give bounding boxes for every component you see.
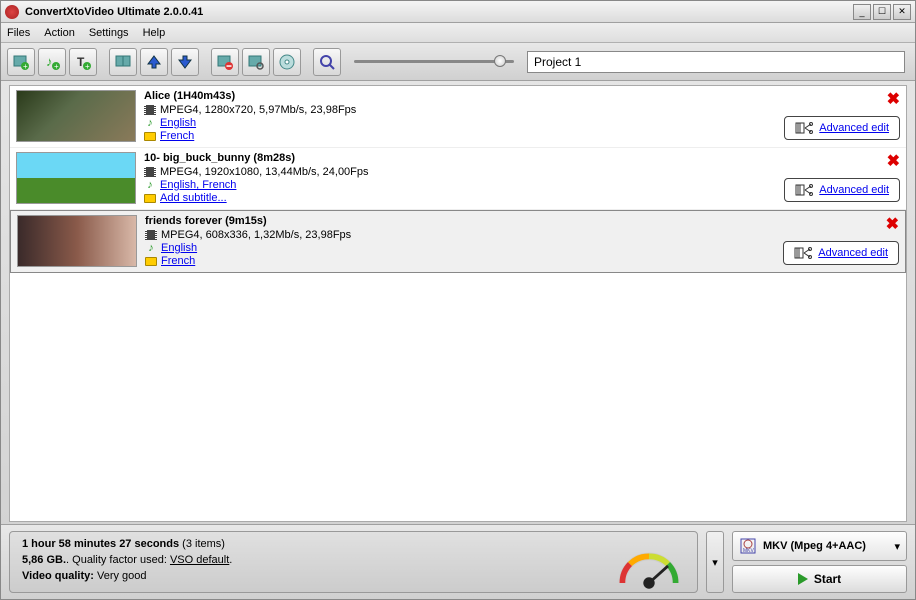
film-icon xyxy=(145,229,157,241)
menu-action[interactable]: Action xyxy=(44,27,75,39)
expand-status-button[interactable]: ▾ xyxy=(706,531,724,593)
advanced-edit-button[interactable]: Advanced edit xyxy=(784,116,900,140)
subtitle-link[interactable]: French xyxy=(161,255,195,267)
subtitle-icon xyxy=(145,255,157,267)
quality-gauge xyxy=(611,534,687,594)
film-icon xyxy=(144,166,156,178)
add-video-button[interactable]: + xyxy=(7,48,35,76)
play-icon xyxy=(798,573,808,585)
list-item[interactable]: 10- big_buck_bunny (8m28s) MPEG4, 1920x1… xyxy=(10,148,906,210)
maximize-button[interactable]: ☐ xyxy=(873,4,891,20)
menu-help[interactable]: Help xyxy=(143,27,166,39)
advanced-edit-button[interactable]: Advanced edit xyxy=(784,178,900,202)
audio-link[interactable]: English, French xyxy=(160,179,236,191)
svg-text:+: + xyxy=(54,62,59,71)
subtitle-icon xyxy=(144,130,156,142)
start-button[interactable]: Start xyxy=(732,565,907,593)
video-quality-label: Video quality: xyxy=(22,570,94,582)
app-window: ConvertXtoVideo Ultimate 2.0.0.41 _ ☐ ✕ … xyxy=(0,0,916,600)
audio-icon: ♪ xyxy=(145,242,157,254)
settings-button[interactable] xyxy=(242,48,270,76)
add-audio-button[interactable]: ♪+ xyxy=(38,48,66,76)
list-item[interactable]: Alice (1H40m43s) MPEG4, 1280x720, 5,97Mb… xyxy=(10,86,906,148)
advanced-edit-button[interactable]: Advanced edit xyxy=(783,241,899,265)
quality-factor-text: . Quality factor used: xyxy=(66,554,170,566)
burn-button[interactable] xyxy=(273,48,301,76)
output-format-select[interactable]: MKV MKV (Mpeg 4+AAC) ▾ xyxy=(732,531,907,561)
format-icon: MKV xyxy=(739,537,757,555)
svg-text:+: + xyxy=(85,62,90,71)
subtitle-icon xyxy=(144,192,156,204)
file-list: Alice (1H40m43s) MPEG4, 1280x720, 5,97Mb… xyxy=(9,85,907,522)
thumbnail xyxy=(16,152,136,204)
project-name-input[interactable] xyxy=(527,51,905,73)
advanced-edit-label: Advanced edit xyxy=(819,184,889,196)
menu-settings[interactable]: Settings xyxy=(89,27,129,39)
minimize-button[interactable]: _ xyxy=(853,4,871,20)
video-info: MPEG4, 1920x1080, 13,44Mb/s, 24,00Fps xyxy=(160,166,369,178)
chevron-down-icon: ▾ xyxy=(894,540,900,553)
footer: 1 hour 58 minutes 27 seconds (3 items) 5… xyxy=(1,524,915,599)
audio-icon: ♪ xyxy=(144,179,156,191)
remove-button[interactable] xyxy=(211,48,239,76)
status-panel: 1 hour 58 minutes 27 seconds (3 items) 5… xyxy=(9,531,698,593)
menubar: Files Action Settings Help xyxy=(1,23,915,43)
film-icon xyxy=(144,104,156,116)
thumbnail xyxy=(17,215,137,267)
move-down-button[interactable] xyxy=(171,48,199,76)
merge-button[interactable] xyxy=(109,48,137,76)
quality-factor-link[interactable]: VSO default xyxy=(170,554,229,566)
audio-icon: ♪ xyxy=(144,117,156,129)
preview-button[interactable] xyxy=(313,48,341,76)
start-label: Start xyxy=(814,572,841,586)
zoom-slider[interactable] xyxy=(354,60,514,63)
titlebar: ConvertXtoVideo Ultimate 2.0.0.41 _ ☐ ✕ xyxy=(1,1,915,23)
menu-files[interactable]: Files xyxy=(7,27,30,39)
advanced-edit-label: Advanced edit xyxy=(819,122,889,134)
total-size: 5,86 GB. xyxy=(22,554,66,566)
item-title: Alice (1H40m43s) xyxy=(144,90,776,102)
audio-link[interactable]: English xyxy=(160,117,196,129)
item-count: (3 items) xyxy=(179,538,225,550)
svg-text:+: + xyxy=(23,62,28,71)
subtitle-link[interactable]: Add subtitle... xyxy=(160,192,227,204)
scissors-icon xyxy=(795,183,813,197)
video-quality-value: Very good xyxy=(94,570,147,582)
svg-text:♪: ♪ xyxy=(46,54,53,69)
advanced-edit-label: Advanced edit xyxy=(818,247,888,259)
remove-item-button[interactable]: ✖ xyxy=(887,154,900,170)
audio-link[interactable]: English xyxy=(161,242,197,254)
scissors-icon xyxy=(794,246,812,260)
scissors-icon xyxy=(795,121,813,135)
format-label: MKV (Mpeg 4+AAC) xyxy=(763,540,888,552)
slider-thumb[interactable] xyxy=(494,55,506,67)
subtitle-link[interactable]: French xyxy=(160,130,194,142)
app-icon xyxy=(5,5,19,19)
remove-item-button[interactable]: ✖ xyxy=(886,217,899,233)
thumbnail xyxy=(16,90,136,142)
item-title: friends forever (9m15s) xyxy=(145,215,775,227)
video-info: MPEG4, 1280x720, 5,97Mb/s, 23,98Fps xyxy=(160,104,356,116)
svg-text:MKV: MKV xyxy=(743,548,755,554)
window-title: ConvertXtoVideo Ultimate 2.0.0.41 xyxy=(25,6,853,18)
remove-item-button[interactable]: ✖ xyxy=(887,92,900,108)
video-info: MPEG4, 608x336, 1,32Mb/s, 23,98Fps xyxy=(161,229,351,241)
toolbar: + ♪+ T+ xyxy=(1,43,915,81)
add-subtitle-button[interactable]: T+ xyxy=(69,48,97,76)
move-up-button[interactable] xyxy=(140,48,168,76)
item-title: 10- big_buck_bunny (8m28s) xyxy=(144,152,776,164)
total-duration: 1 hour 58 minutes 27 seconds xyxy=(22,538,179,550)
list-item[interactable]: friends forever (9m15s) MPEG4, 608x336, … xyxy=(10,210,906,273)
close-button[interactable]: ✕ xyxy=(893,4,911,20)
